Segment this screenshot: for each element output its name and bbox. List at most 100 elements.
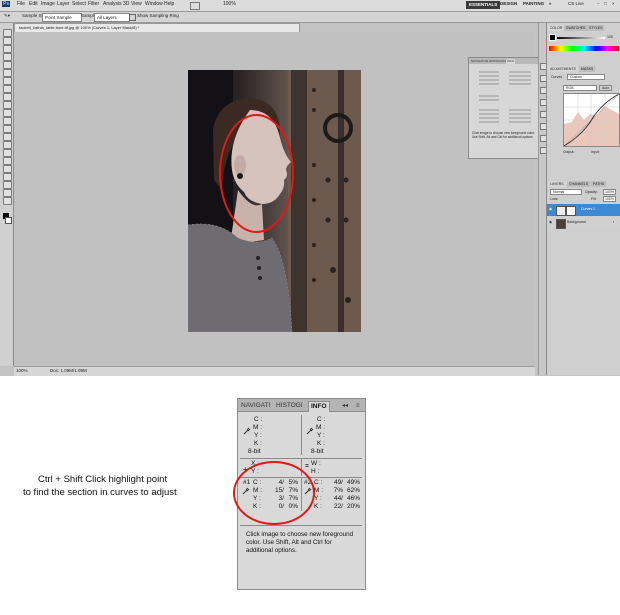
eyedropper-icon <box>243 427 251 435</box>
layer-mask-thumbnail[interactable] <box>566 206 576 216</box>
visibility-eye-icon[interactable]: ◉ <box>549 207 552 211</box>
pen-tool-icon[interactable] <box>3 141 12 149</box>
zoom-tool-icon[interactable] <box>3 197 12 205</box>
top-left-c-label: C : <box>254 416 263 423</box>
tab-masks[interactable]: MASKS <box>579 66 596 72</box>
menu-edit[interactable]: Edit <box>29 1 38 7</box>
panel-menu-icon[interactable]: ≡ <box>356 401 360 411</box>
blur-tool-icon[interactable] <box>3 125 12 133</box>
move-tool-icon[interactable] <box>3 29 12 37</box>
right-panel-dock: COLOR SWATCHES STYLES 100 ADJUSTMENTS MA… <box>546 23 620 375</box>
opacity-field[interactable]: 100% <box>603 189 616 195</box>
readout-divider <box>301 415 302 455</box>
menu-help[interactable]: Help <box>164 1 174 7</box>
photoshop-logo: Ps <box>2 1 11 7</box>
sample-size-select[interactable]: Point Sample <box>42 13 82 22</box>
color-slider[interactable] <box>557 37 605 39</box>
minimize-icon[interactable]: – <box>597 1 600 6</box>
eyedropper-tool-icon[interactable]: ✎▾ <box>4 13 10 19</box>
selection-size-icon: ⌗ <box>305 463 309 470</box>
workspace-design[interactable]: DESIGN <box>500 1 517 6</box>
layer-row-curves[interactable]: ◉ Curves 1 <box>547 204 620 216</box>
tab-adjustments[interactable]: ADJUSTMENTS <box>548 66 578 72</box>
layer-row-background[interactable]: ◉ Background ▪ <box>547 217 620 229</box>
opacity-label: Opacity: <box>585 190 598 194</box>
brush-tool-icon[interactable] <box>3 85 12 93</box>
tools-panel <box>0 23 14 366</box>
workspace-more-icon[interactable]: » <box>549 1 552 6</box>
lasso-tool-icon[interactable] <box>3 45 12 53</box>
workspace-painting[interactable]: PAINTING <box>523 1 544 6</box>
info-panel-tabbar: NAVIGATI HISTOGI INFO ◂◂ ≡ <box>238 399 365 412</box>
tab-channels[interactable]: CHANNELS <box>567 181 591 187</box>
eyedropper-tool-icon[interactable] <box>3 69 12 77</box>
background-thumbnail <box>556 219 566 229</box>
visibility-eye-icon[interactable]: ◉ <box>549 220 552 224</box>
blend-mode-select[interactable]: Normal <box>550 189 582 195</box>
background-color-swatch[interactable] <box>5 217 12 224</box>
quick-select-tool-icon[interactable] <box>3 53 12 61</box>
close-icon[interactable]: × <box>612 1 615 6</box>
tab-styles[interactable]: STYLES <box>587 25 605 31</box>
collapse-arrows-icon[interactable]: ◂◂ <box>342 401 348 411</box>
menu-select[interactable]: Select <box>72 1 86 7</box>
tab-paths[interactable]: PATHS <box>591 181 607 187</box>
menu-image[interactable]: Image <box>41 1 55 7</box>
restore-icon[interactable]: □ <box>604 1 607 6</box>
menu-filter[interactable]: Filter <box>88 1 99 7</box>
auto-button[interactable]: Auto <box>599 85 613 91</box>
sample-select[interactable]: All Layers <box>94 13 130 22</box>
top-left-m-label: M : <box>253 424 263 431</box>
sample-2-c-percent: 49% <box>346 479 360 486</box>
tab-swatches[interactable]: SWATCHES <box>564 25 588 31</box>
curves-layer-icon <box>556 206 566 216</box>
tab-navigator[interactable]: NAVIGATI <box>241 401 270 411</box>
3d-rotate-tool-icon[interactable] <box>3 173 12 181</box>
float-tab-info[interactable]: INFO <box>506 59 516 64</box>
menu-view[interactable]: View <box>131 1 142 7</box>
layer-name-curves[interactable]: Curves 1 <box>581 207 595 211</box>
show-ring-label: Show Sampling Ring <box>137 13 179 18</box>
3d-orbit-tool-icon[interactable] <box>3 181 12 189</box>
show-ring-checkbox[interactable] <box>129 14 136 21</box>
float-tab-navigator[interactable]: NAVIGATOR <box>470 59 489 64</box>
eraser-tool-icon[interactable] <box>3 109 12 117</box>
color-value: 100 <box>607 35 613 39</box>
tab-color[interactable]: COLOR <box>548 25 565 31</box>
document-tab[interactable]: tackett_kathia_table.tone.tif.jpg @ 100%… <box>14 23 300 32</box>
menu-3d[interactable]: 3D <box>123 1 129 7</box>
curves-preset-select[interactable]: Custom <box>567 74 605 80</box>
tab-info[interactable]: INFO <box>308 401 330 412</box>
fill-field[interactable]: 100% <box>603 196 616 202</box>
layer-name-background[interactable]: Background <box>567 220 586 224</box>
menu-analysis[interactable]: Analysis <box>103 1 122 7</box>
status-doc-size: Doc: 1.09M/1.09M <box>50 368 87 373</box>
history-brush-tool-icon[interactable] <box>3 101 12 109</box>
color-ramp[interactable] <box>549 46 619 51</box>
cs-live[interactable]: CS Live <box>568 1 584 6</box>
gradient-tool-icon[interactable] <box>3 117 12 125</box>
dodge-tool-icon[interactable] <box>3 133 12 141</box>
path-select-tool-icon[interactable] <box>3 157 12 165</box>
channel-select[interactable]: RGB <box>563 85 597 91</box>
shape-tool-icon[interactable] <box>3 165 12 173</box>
crop-tool-icon[interactable] <box>3 61 12 69</box>
clone-tool-icon[interactable] <box>3 93 12 101</box>
launch-bridge-icon[interactable] <box>190 2 200 10</box>
zoom-level[interactable]: 100% <box>223 1 236 7</box>
tab-layers[interactable]: LAYERS <box>548 181 566 187</box>
healing-tool-icon[interactable] <box>3 77 12 85</box>
hand-tool-icon[interactable] <box>3 189 12 197</box>
menu-file[interactable]: File <box>17 1 25 7</box>
workspace-essentials[interactable]: ESSENTIALS <box>466 1 501 9</box>
menu-layer[interactable]: Layer <box>57 1 70 7</box>
type-tool-icon[interactable] <box>3 149 12 157</box>
status-zoom[interactable]: 100% <box>16 368 28 373</box>
curves-graph[interactable] <box>563 93 620 147</box>
tab-histogram[interactable]: HISTOGI <box>276 401 303 411</box>
marquee-tool-icon[interactable] <box>3 37 12 45</box>
sample-2-k-label: K : <box>314 503 322 510</box>
foreground-swatch[interactable] <box>549 34 556 41</box>
menu-window[interactable]: Window <box>145 1 163 7</box>
fill-label: Fill: <box>591 197 597 201</box>
